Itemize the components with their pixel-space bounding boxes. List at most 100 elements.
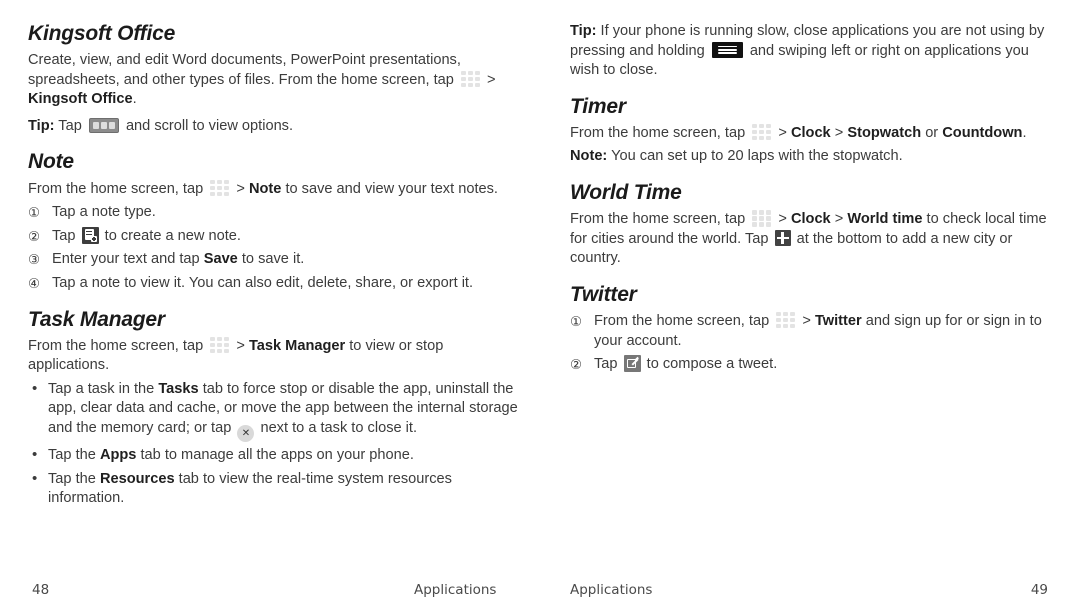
text-run-bold: World time xyxy=(847,211,923,228)
text-run-bold: Twitter xyxy=(814,313,862,330)
text-run: tab to manage all the apps on your phone… xyxy=(140,447,414,463)
chevron-separator: > xyxy=(236,337,245,354)
text-run: Tap the xyxy=(48,447,96,463)
list-item: • Tap the Apps tab to manage all the app… xyxy=(28,446,518,466)
text-run-bold: Countdown xyxy=(942,124,1023,141)
step-marker: ④ xyxy=(28,275,41,291)
running-head-right: Applications xyxy=(570,582,653,598)
text-run: to create a new note. xyxy=(104,227,241,244)
text-run-bold: Task Manager xyxy=(248,337,346,354)
text-run: Tap a note type. xyxy=(52,204,156,221)
note-description: From the home screen, tap > Note to save… xyxy=(28,179,518,200)
text-run: . xyxy=(1022,124,1027,141)
list-item: • Tap a task in the Tasks tab to force s… xyxy=(28,380,518,442)
list-item: • Tap the Resources tab to view the real… xyxy=(28,470,518,509)
list-item: ③ Enter your text and tap Save to save i… xyxy=(28,250,518,270)
list-item: ② Tap to compose a tweet. xyxy=(570,355,1060,375)
text-run: to save and view your text notes. xyxy=(285,180,498,197)
step-marker: ① xyxy=(570,314,583,330)
text-run-bold: Note xyxy=(248,180,282,197)
chevron-separator: > xyxy=(487,71,496,88)
task-manager-tip: Tip: If your phone is running slow, clos… xyxy=(570,22,1060,81)
world-time-description: From the home screen, tap > Clock > Worl… xyxy=(570,210,1060,269)
section-heading-task-manager: Task Manager xyxy=(28,307,165,331)
timer-note: Note: You can set up to 20 laps with the… xyxy=(570,147,1060,167)
text-run: Enter your text and tap xyxy=(52,251,200,268)
apps-grid-icon xyxy=(460,70,480,88)
text-run-bold: Resources xyxy=(99,470,175,487)
apps-grid-icon xyxy=(210,336,230,354)
text-run: Tap a note to view it. You can also edit… xyxy=(52,274,474,291)
bullet-marker: • xyxy=(32,446,38,463)
section-heading-twitter: Twitter xyxy=(570,282,637,306)
step-marker: ① xyxy=(28,205,41,221)
plus-icon xyxy=(774,229,791,246)
section-heading-world-time: World Time xyxy=(570,181,682,205)
text-run-bold: Tasks xyxy=(158,380,199,397)
text-run-bold: Clock xyxy=(790,124,831,141)
list-item: ② Tap to create a new note. xyxy=(28,226,518,247)
apps-grid-icon xyxy=(776,312,796,329)
apps-grid-icon xyxy=(210,179,230,197)
text-run: Tap the xyxy=(48,470,96,487)
text-run: From the home screen, tap xyxy=(28,180,204,197)
right-page-column: Tip: If your phone is running slow, clos… xyxy=(570,22,1060,382)
compose-tweet-icon xyxy=(623,355,641,373)
step-marker: ② xyxy=(570,357,583,373)
list-item: ④ Tap a note to view it. You can also ed… xyxy=(28,274,518,294)
text-run: Tap xyxy=(58,117,82,134)
text-run-bold: Stopwatch xyxy=(847,124,922,141)
tip-label: Tip: xyxy=(570,23,597,39)
text-run: You can set up to 20 laps with the stopw… xyxy=(611,148,903,165)
timer-description: From the home screen, tap > Clock > Stop… xyxy=(570,123,1060,144)
text-run: and scroll to view options. xyxy=(125,117,294,134)
chevron-separator: > xyxy=(778,211,787,228)
chevron-separator: > xyxy=(778,124,787,141)
page-footer: 48 Applications Applications 49 xyxy=(0,580,1080,600)
bullet-marker: • xyxy=(32,379,38,397)
text-run: to compose a tweet. xyxy=(646,356,778,373)
text-run: From the home screen, tap xyxy=(594,313,770,330)
text-run: or xyxy=(925,124,939,141)
apps-grid-icon xyxy=(752,210,772,227)
text-run-bold: Save xyxy=(203,251,238,268)
left-page-column: Kingsoft Office Create, view, and edit W… xyxy=(28,22,518,516)
text-run: Tap xyxy=(594,356,618,373)
text-run: From the home screen, tap xyxy=(28,337,204,354)
section-heading-kingsoft-office: Kingsoft Office xyxy=(28,22,176,45)
text-run: Tap a task in the xyxy=(48,380,155,397)
close-icon: ✕ xyxy=(237,425,255,442)
list-item: ① Tap a note type. xyxy=(28,203,518,223)
options-bar-icon xyxy=(88,117,119,133)
kingsoft-office-description: Create, view, and edit Word documents, P… xyxy=(28,51,518,110)
chevron-separator: > xyxy=(834,211,844,228)
section-heading-note: Note xyxy=(28,150,74,174)
step-marker: ② xyxy=(28,228,41,244)
note-steps-list: ① Tap a note type. ② Tap to create a new… xyxy=(28,203,518,293)
text-run-bold: Apps xyxy=(99,447,137,463)
manual-page-spread: Kingsoft Office Create, view, and edit W… xyxy=(0,0,1080,612)
text-run: to save it. xyxy=(241,251,305,268)
text-run: Create, view, and edit Word documents, P… xyxy=(28,52,461,88)
text-run: From the home screen, tap xyxy=(570,211,746,228)
new-note-icon xyxy=(81,226,99,244)
kingsoft-office-tip: Tip: Tap and scroll to view options. xyxy=(28,117,518,137)
chevron-separator: > xyxy=(834,124,844,141)
task-manager-description: From the home screen, tap > Task Manager… xyxy=(28,336,518,376)
task-manager-bullets: • Tap a task in the Tasks tab to force s… xyxy=(28,380,518,509)
text-run-bold: Clock xyxy=(790,211,831,228)
tip-label: Tip: xyxy=(28,117,55,134)
apps-grid-icon xyxy=(752,123,772,141)
text-run: next to a task to close it. xyxy=(260,420,418,436)
chevron-separator: > xyxy=(802,313,811,330)
text-run-bold: Kingsoft Office xyxy=(28,91,133,108)
page-number-right: 49 xyxy=(1030,582,1048,598)
bullet-marker: • xyxy=(32,469,38,487)
twitter-steps-list: ① From the home screen, tap > Twitter an… xyxy=(570,312,1060,375)
text-run: . xyxy=(132,91,137,108)
step-marker: ③ xyxy=(28,252,41,268)
text-run: From the home screen, tap xyxy=(570,124,746,141)
menu-key-icon xyxy=(711,41,743,58)
section-heading-timer: Timer xyxy=(570,94,626,118)
running-head-left: Applications xyxy=(414,582,497,598)
